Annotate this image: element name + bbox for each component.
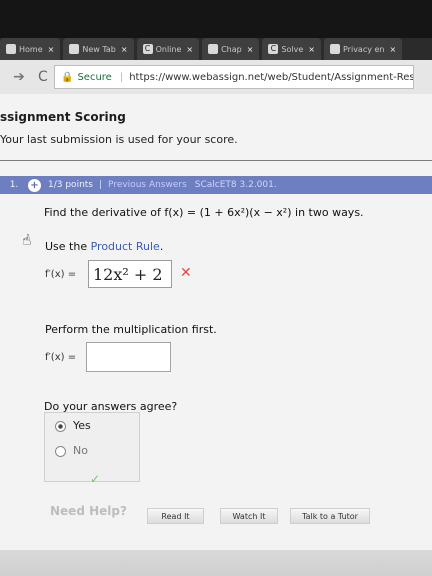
lock-icon: 🔒 [61, 71, 74, 83]
previous-answers-link[interactable]: Previous Answers [108, 180, 187, 190]
talk-to-tutor-button[interactable]: Talk to a Tutor [290, 508, 370, 524]
section-divider [0, 160, 432, 161]
watch-it-button[interactable]: Watch It [220, 508, 278, 524]
close-icon[interactable]: × [308, 45, 315, 54]
tab-home-icon [6, 44, 16, 54]
f-prime-label-1: f′(x) = [45, 269, 77, 280]
yes-label: Yes [73, 419, 91, 432]
close-icon[interactable]: × [247, 45, 254, 54]
tab-solve[interactable]: C Solve × [262, 38, 321, 60]
tab-home[interactable]: Home × [0, 38, 61, 60]
reload-icon[interactable]: C [38, 69, 54, 85]
points-label: 1/3 points [48, 180, 93, 190]
incorrect-icon: ✕ [180, 265, 192, 281]
url-field[interactable]: 🔒 Secure | https://www.webassign.net/web… [54, 65, 414, 89]
tab-online[interactable]: C Online × [136, 38, 200, 60]
tab-privacy[interactable]: Privacy en × [324, 38, 403, 60]
read-it-button[interactable]: Read It [147, 508, 204, 524]
close-icon[interactable]: × [121, 45, 128, 54]
url-text: https://www.webassign.net/web/Student/As… [129, 71, 414, 83]
assignment-scoring-title: ssignment Scoring [0, 110, 126, 124]
tab-chap[interactable]: Chap × [202, 38, 260, 60]
need-help-label: Need Help? [50, 504, 127, 518]
top-dark-area [0, 0, 432, 38]
no-radio[interactable] [55, 446, 66, 457]
score-note: Your last submission is used for your sc… [0, 133, 238, 146]
tab-new-tab-icon [69, 44, 80, 54]
pointer-hand-icon: ☝ [20, 230, 33, 250]
question-number: 1. [9, 180, 19, 190]
plus-icon[interactable]: + [28, 178, 41, 192]
tab-new-tab[interactable]: New Tab × [63, 38, 134, 60]
yes-radio[interactable] [55, 421, 66, 432]
header-separator: | [99, 180, 103, 190]
browser-tabs: Home × New Tab × C Online × Chap × C Solve × Pr… [0, 38, 432, 60]
multiplication-prompt: Perform the multiplication first. [45, 323, 217, 336]
bottom-toolbar [0, 550, 432, 576]
problem-statement: Find the derivative of f(x) = (1 + 6x²)(… [44, 206, 364, 219]
correct-check-icon: ✓ [90, 472, 101, 486]
close-icon[interactable]: × [186, 45, 193, 54]
course-icon: C [268, 44, 279, 54]
course-icon: C [142, 44, 153, 54]
back-arrow-icon[interactable]: ➔ [0, 69, 38, 85]
product-rule-link[interactable]: Product Rule [91, 240, 160, 253]
address-bar: ➔ C 🔒 Secure | https://www.webassign.net… [0, 60, 432, 95]
question-header: 1. + 1/3 points | Previous Answers SCalc… [0, 176, 432, 194]
product-rule-prompt: Use the Product Rule. [45, 240, 164, 253]
book-icon [208, 44, 219, 54]
close-icon[interactable]: × [390, 45, 397, 54]
close-icon[interactable]: × [48, 45, 55, 54]
answer-field-2[interactable] [86, 342, 171, 372]
page-icon [330, 44, 340, 54]
secure-label: Secure [77, 71, 112, 83]
no-label: No [73, 444, 88, 457]
problem-code: SCalcET8 3.2.001. [194, 180, 277, 190]
url-separator: | [119, 71, 124, 83]
f-prime-label-2: f′(x) = [45, 352, 77, 363]
browser-frame: Home × New Tab × C Online × Chap × C Solve × Pr… [0, 0, 432, 576]
answer-field-1[interactable]: 12x² + 2 [88, 260, 172, 288]
webassign-content: ssignment Scoring Your last submission i… [0, 94, 432, 576]
